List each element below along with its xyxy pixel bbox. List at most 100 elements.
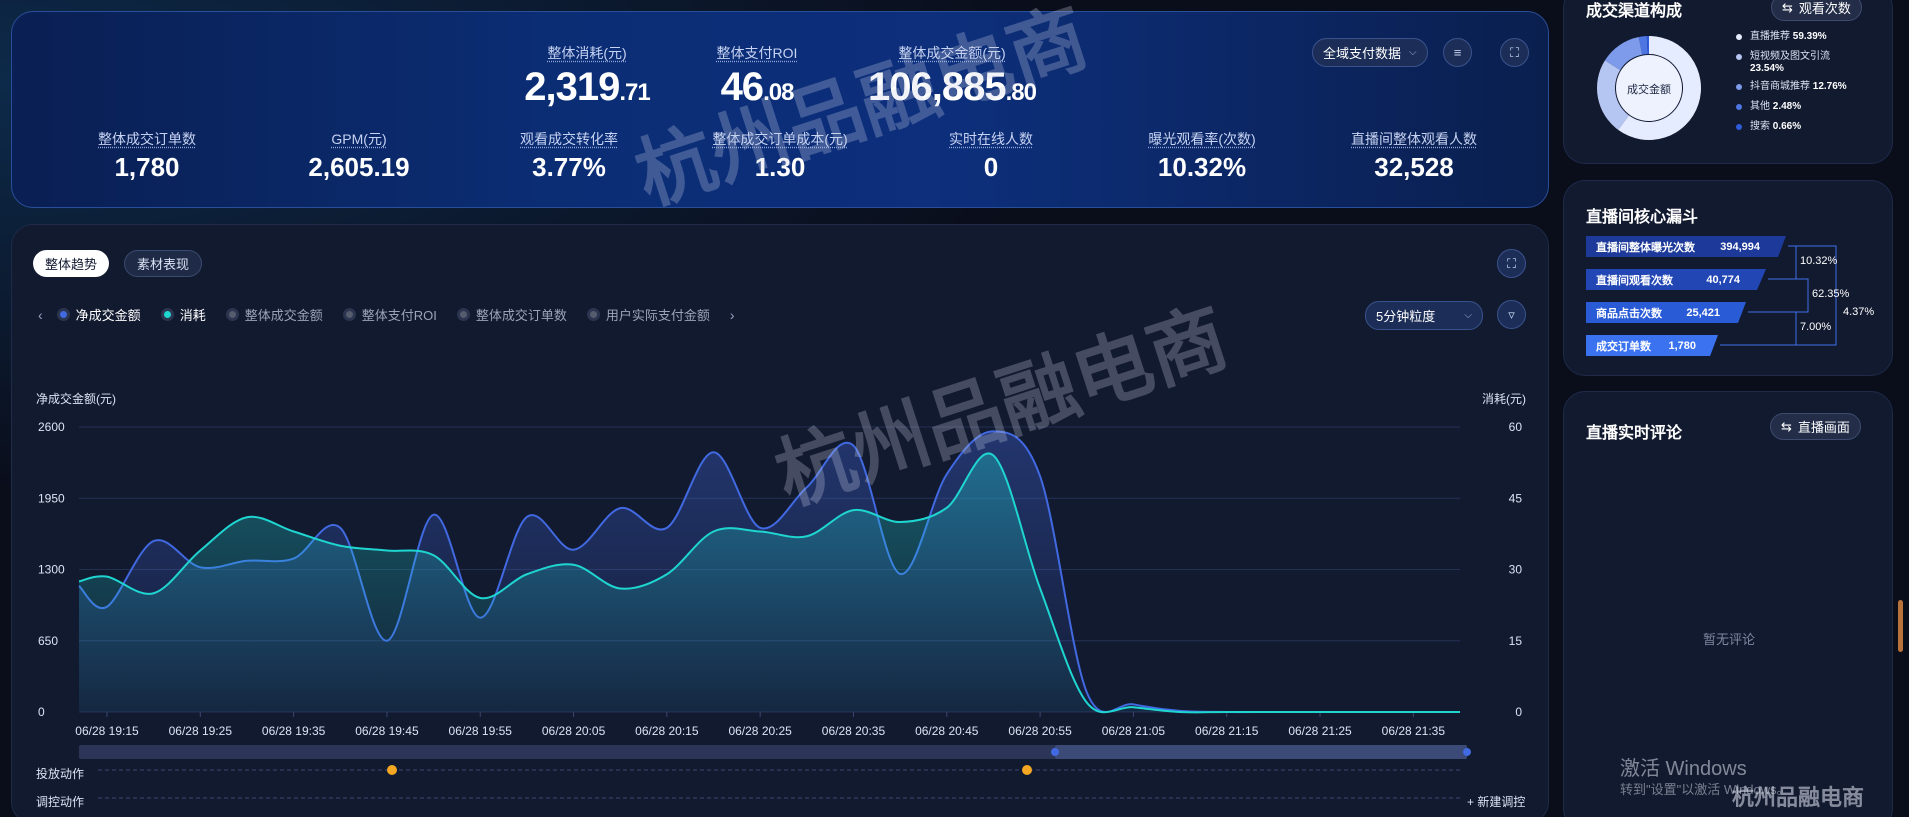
filter-button[interactable]: ▿ — [1497, 300, 1526, 329]
x-tick-label: 06/28 21:05 — [1102, 724, 1166, 738]
x-tick-label: 06/28 20:45 — [915, 724, 979, 738]
channel-toggle-button[interactable]: ⇆ 观看次数 — [1771, 0, 1862, 21]
channel-dot — [1736, 104, 1742, 110]
y-axis-left-title: 净成交金额(元) — [36, 391, 116, 406]
funnel-rate: 7.00% — [1800, 321, 1832, 333]
swap-icon: ⇆ — [1782, 0, 1793, 15]
y-tick-right: 15 — [1509, 634, 1523, 648]
expand-icon: ⛶ — [1506, 255, 1517, 271]
legend-label: 整体支付ROI — [361, 308, 437, 323]
channel-dot — [1736, 54, 1742, 60]
metric-exposure-rate: 曝光观看率(次数) 10.32% — [1102, 129, 1302, 183]
channel-text: 短视频及图文引流 23.54% — [1750, 51, 1830, 75]
fullscreen-button[interactable]: ⛶ — [1500, 38, 1529, 67]
hero-label[interactable]: 整体消耗(元) — [522, 43, 652, 63]
x-tick-label: 06/28 19:45 — [355, 724, 419, 738]
chevron-down-icon: ⌵ — [1409, 47, 1417, 58]
hero-metric-spend: 整体消耗(元) 2,319.71 — [522, 43, 652, 115]
filter-icon: ▿ — [1508, 306, 1515, 322]
settings-button[interactable]: ≡ — [1443, 38, 1472, 67]
y-tick-right: 45 — [1509, 491, 1523, 505]
scope-dropdown[interactable]: 全域支付数据 ⌵ — [1312, 38, 1428, 67]
metric-label[interactable]: 整体成交订单数 — [47, 129, 247, 149]
scope-dropdown-label: 全域支付数据 — [1323, 46, 1402, 61]
channel-pct: 2.48% — [1772, 101, 1802, 112]
chevron-right-icon[interactable]: › — [730, 307, 735, 323]
channel-name: 其他 — [1750, 101, 1773, 112]
legend-item[interactable]: 整体成交订单数 — [456, 305, 567, 324]
swap-icon: ⇆ — [1781, 418, 1792, 434]
comments-toggle-button[interactable]: ⇆ 直播画面 — [1770, 413, 1861, 440]
metric-value: 10.32% — [1157, 152, 1247, 182]
legend-item[interactable]: 净成交金额 — [56, 305, 141, 324]
x-tick-label: 06/28 21:25 — [1288, 724, 1352, 738]
channel-item: 搜索 0.66% — [1736, 121, 1847, 133]
funnel-rate: 4.37% — [1843, 306, 1875, 318]
metric-gpm: GPM(元) 2,605.19 — [259, 129, 459, 183]
granularity-dropdown[interactable]: 5分钟粒度 ⌵ — [1365, 301, 1483, 330]
channel-toggle-label: 观看次数 — [1798, 1, 1851, 16]
channel-title: 成交渠道构成 — [1586, 3, 1683, 20]
tab-material[interactable]: 素材表现 — [124, 250, 203, 277]
channel-list: 直播推荐 59.39% 短视频及图文引流 23.54% 抖音商城推荐 12.76% 其… — [1736, 31, 1847, 141]
tab-overall-trend[interactable]: 整体趋势 — [33, 250, 110, 277]
legend-label: 整体成交订单数 — [475, 308, 567, 323]
channel-name: 搜索 — [1750, 121, 1773, 132]
channel-dot — [1736, 34, 1742, 40]
action-marker — [387, 765, 397, 775]
channel-text: 其他 2.48% — [1750, 101, 1801, 113]
channel-dot — [1736, 124, 1742, 130]
metric-label[interactable]: 曝光观看率(次数) — [1102, 129, 1302, 149]
legend-dot — [160, 308, 174, 321]
metric-viewers: 直播间整体观看人数 32,528 — [1314, 129, 1514, 183]
channel-text: 搜索 0.66% — [1750, 121, 1801, 133]
legend-dot — [225, 308, 239, 321]
metric-label[interactable]: GPM(元) — [259, 129, 459, 149]
expand-icon: ⛶ — [1509, 44, 1520, 60]
action-row-label: 调控动作 — [36, 795, 85, 809]
chart-fullscreen-button[interactable]: ⛶ — [1497, 249, 1526, 278]
channel-name: 抖音商城推荐 — [1750, 81, 1813, 92]
x-tick-label: 06/28 21:35 — [1382, 724, 1446, 738]
new-adjust-label: 新建调控 — [1477, 795, 1526, 809]
channel-name: 短视频及图文引流 — [1750, 51, 1830, 62]
scrollbar-thumb[interactable] — [1898, 600, 1903, 652]
metric-value: 2,605.19 — [308, 152, 410, 182]
legend-dot — [456, 308, 470, 321]
y-tick-right: 60 — [1509, 420, 1523, 434]
y-tick-left: 1950 — [38, 491, 65, 505]
legend-item[interactable]: 消耗 — [160, 305, 206, 324]
x-tick-label: 06/28 19:25 — [169, 724, 233, 738]
zoom-handle — [1463, 748, 1471, 756]
legend-item[interactable]: 整体支付ROI — [342, 305, 437, 324]
legend-dot — [56, 308, 70, 321]
channel-text: 抖音商城推荐 12.76% — [1750, 81, 1847, 93]
hero-label[interactable]: 整体支付ROI — [702, 43, 812, 63]
channel-pct: 23.54% — [1750, 63, 1784, 74]
activate-sub: 转到"设置"以激活 Windows。 — [1620, 782, 1790, 797]
legend-item[interactable]: 用户实际支付金额 — [586, 305, 710, 324]
y-tick-right: 0 — [1515, 705, 1522, 719]
channel-item: 直播推荐 59.39% — [1736, 31, 1847, 43]
chevron-down-icon: ⌵ — [1464, 310, 1472, 321]
comments-empty: 暂无评论 — [1702, 632, 1755, 647]
trend-card: 整体趋势 素材表现 ⛶ ‹ 净成交金额 消耗 整体成交金额 整体支付ROI 整体… — [11, 224, 1549, 817]
new-adjust-button[interactable]: + 新建调控 — [1467, 793, 1525, 810]
trend-chart: 净成交金额(元) 消耗(元) 2600 60 1950 45 1300 30 650 15 0 0 06… — [36, 391, 1526, 799]
channel-item: 短视频及图文引流 23.54% — [1736, 51, 1847, 75]
funnel-panel: 直播间核心漏斗 直播间整体曝光次数 394,994 直播间观看次数 40,774 商… — [1563, 180, 1893, 376]
channel-item: 抖音商城推荐 12.76% — [1736, 81, 1847, 93]
x-tick-label: 06/28 20:55 — [1008, 724, 1072, 738]
activate-title: 激活 Windows — [1620, 758, 1747, 780]
metric-label[interactable]: 直播间整体观看人数 — [1314, 129, 1514, 149]
chevron-left-icon[interactable]: ‹ — [38, 307, 43, 323]
funnel-connectors — [1720, 245, 1837, 346]
funnel-rate: 62.35% — [1812, 288, 1850, 300]
legend-dot — [342, 308, 356, 321]
metric-orders: 整体成交订单数 1,780 — [47, 129, 247, 183]
zoom-handle — [1051, 748, 1059, 756]
action-marker — [1022, 765, 1032, 775]
y-tick-right: 30 — [1509, 563, 1523, 577]
legend-item[interactable]: 整体成交金额 — [225, 305, 323, 324]
channel-panel: 成交渠道构成 ⇆ 观看次数 成交金额 直播推荐 59.39% 短视频及图文引流 23… — [1563, 0, 1893, 164]
